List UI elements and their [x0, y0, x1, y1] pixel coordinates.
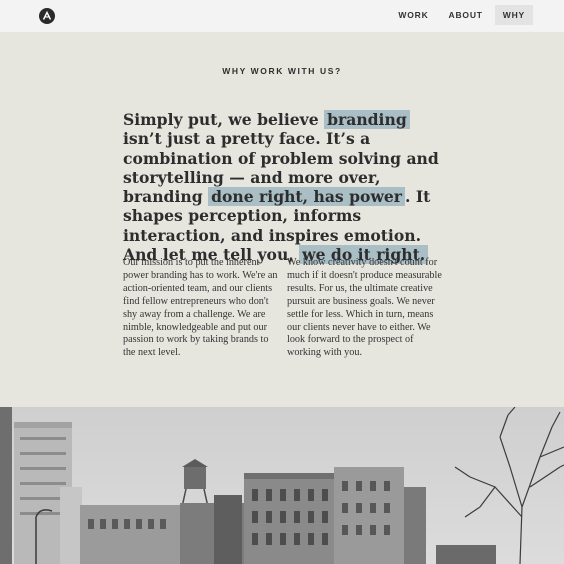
results-paragraph: We know creativity doesn't count for muc…: [287, 257, 442, 359]
headline: Simply put, we believe branding isn’t ju…: [123, 110, 453, 265]
nav-why[interactable]: WHY: [494, 5, 533, 25]
city-photo: [0, 407, 564, 564]
headline-text: Simply put, we believe: [123, 110, 325, 129]
nav-work[interactable]: WORK: [390, 5, 436, 25]
logo-icon[interactable]: [39, 8, 55, 24]
highlight-branding: branding: [324, 110, 410, 129]
section-kicker: WHY WORK WITH US?: [222, 66, 342, 76]
highlight-power: done right, has power: [208, 187, 406, 207]
nav-about[interactable]: ABOUT: [441, 5, 491, 25]
mission-paragraph: Our mission is to put the inherent power…: [123, 257, 278, 359]
top-bar: WORK ABOUT WHY: [0, 0, 564, 32]
main-nav: WORK ABOUT WHY: [386, 5, 533, 25]
